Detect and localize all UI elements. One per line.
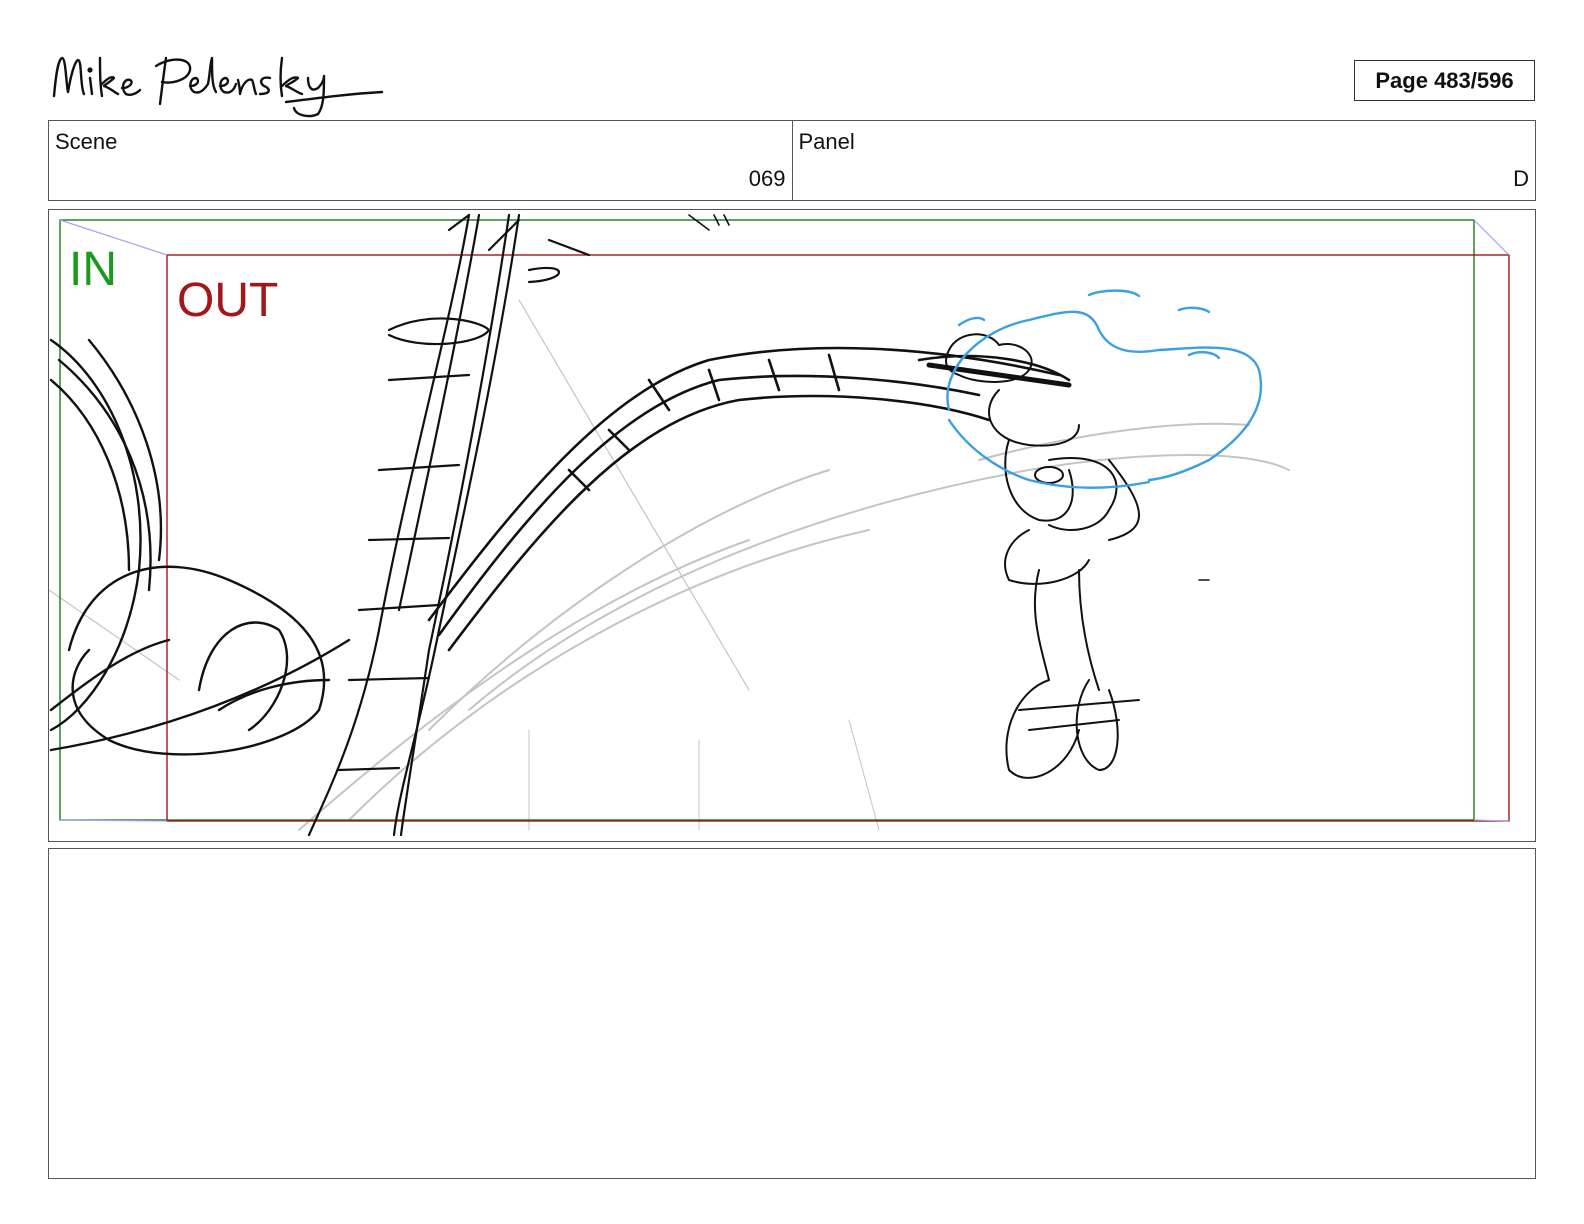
panel-cell: Panel D (791, 121, 1536, 200)
scene-number: 069 (748, 166, 786, 191)
panel-label: Panel (798, 129, 855, 154)
storyboard-panel: IN OUT (48, 209, 1536, 842)
panel-notes-box (48, 848, 1536, 1179)
panel-sketch: IN OUT (49, 213, 1510, 837)
scene-label: Scene (55, 129, 118, 154)
page-number-badge: Page 483/596 (1354, 60, 1535, 101)
signature-logo (52, 56, 384, 118)
in-frame-label: IN (69, 243, 117, 296)
out-frame-label: OUT (177, 274, 278, 327)
blue-effect-scribble (946, 289, 1262, 489)
scene-panel-info-row: Scene 069 Panel D (48, 120, 1536, 201)
panel-letter: D (1513, 166, 1529, 191)
scene-cell: Scene 069 (49, 121, 792, 200)
